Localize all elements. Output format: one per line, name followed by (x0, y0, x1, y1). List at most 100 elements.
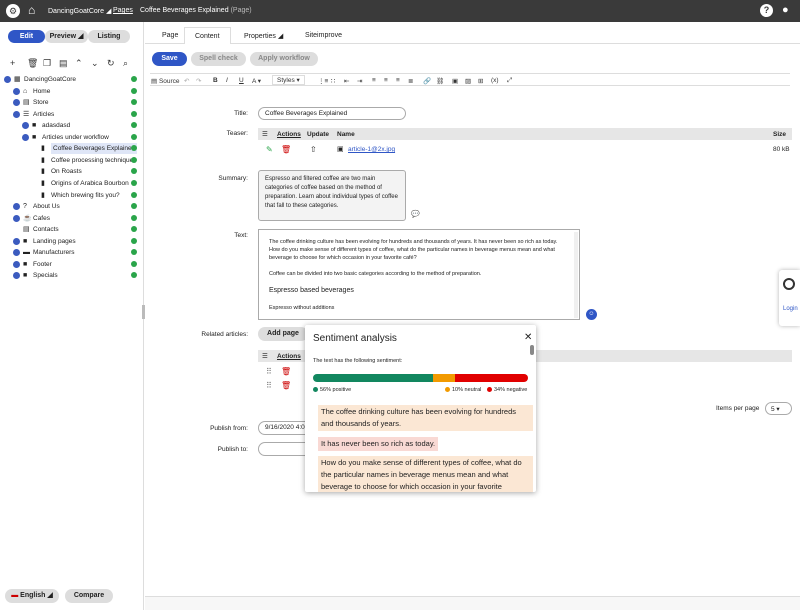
link-icon[interactable]: 🔗 (423, 77, 431, 85)
col-actions[interactable]: Actions (277, 353, 301, 360)
spell-check-button[interactable]: Spell check (191, 52, 246, 66)
mode-edit-button[interactable]: Edit (8, 30, 45, 43)
apply-workflow-button[interactable]: Apply workflow (250, 52, 318, 66)
text-color-icon[interactable]: A ▾ (252, 77, 261, 85)
dialog-scrollbar[interactable] (530, 345, 534, 355)
save-button[interactable]: Save (152, 52, 187, 66)
app-logo-icon[interactable]: ⚙ (6, 4, 20, 18)
undo-icon[interactable]: ↶ (184, 77, 189, 85)
breadcrumb-pages-link[interactable]: Pages (113, 7, 133, 14)
add-page-button[interactable]: Add page (258, 327, 308, 341)
tree-item[interactable]: ⌂ Home (0, 86, 144, 97)
add-icon[interactable]: + (10, 58, 15, 68)
language-selector[interactable]: ▬ English ◢ (5, 589, 59, 603)
tree-item[interactable]: ▮ Coffee processing techniques (0, 155, 144, 166)
tab-page[interactable]: Page (162, 32, 178, 39)
user-icon[interactable]: ● (782, 4, 789, 16)
bold-icon[interactable]: B (213, 77, 218, 84)
grid-menu-icon[interactable]: ☰ (262, 352, 268, 360)
italic-icon[interactable]: I (226, 77, 228, 84)
tree-item[interactable]: ■ Articles under workflow (0, 132, 144, 143)
delete-icon[interactable]: 🗑 (27, 58, 38, 69)
col-actions[interactable]: Actions (277, 131, 301, 138)
expand-toggle-icon[interactable] (13, 87, 20, 95)
copy-icon[interactable]: ❐ (43, 58, 51, 69)
home-icon[interactable]: ⌂ (28, 3, 35, 17)
move-icon[interactable]: ▤ (59, 58, 68, 69)
delete-icon[interactable]: 🗑 (281, 381, 291, 390)
tree-item[interactable]: ▮ Origins of Arabica Bourbon (0, 178, 144, 189)
tree-item[interactable]: ■ Landing pages (0, 236, 144, 247)
delete-icon[interactable]: 🗑 (281, 145, 291, 154)
maximize-icon[interactable]: ⤢ (507, 77, 512, 85)
outdent-icon[interactable]: ⇤ (344, 77, 349, 85)
align-center-icon[interactable]: ≡ (384, 77, 388, 84)
expand-toggle-icon[interactable] (22, 122, 29, 130)
site-selector[interactable]: DancingGoatCore ◢ (48, 7, 111, 15)
tree-item[interactable]: ☰ Articles (0, 109, 144, 120)
expand-toggle-icon[interactable] (22, 133, 29, 141)
tab-content[interactable]: Content (184, 27, 231, 44)
tree-item[interactable]: ▮ Which brewing fits you? (0, 190, 144, 201)
image-icon[interactable]: ▨ (465, 77, 471, 85)
tree-item[interactable]: ■ Footer (0, 259, 144, 270)
underline-icon[interactable]: U (239, 77, 244, 84)
items-per-page-select[interactable]: 5 ▾ (765, 402, 792, 415)
sentiment-icon[interactable]: ☺ (586, 309, 597, 320)
title-input[interactable]: Coffee Beverages Explained (258, 107, 406, 120)
delete-icon[interactable]: 🗑 (281, 367, 291, 376)
siteimprove-login-link[interactable]: Login (783, 306, 798, 312)
tree-item[interactable]: ■ adasdasd (0, 120, 144, 131)
tree-item[interactable]: ▬ Manufacturers (0, 247, 144, 258)
grid-menu-icon[interactable]: ☰ (262, 130, 268, 138)
styles-dropdown[interactable]: Styles ▾ (272, 75, 305, 85)
edit-icon[interactable]: ✎ (266, 145, 273, 154)
summary-textarea[interactable]: Espresso and filtered coffee are two mai… (258, 170, 406, 221)
tab-properties[interactable]: Properties ◢ (244, 32, 283, 40)
justify-icon[interactable]: ≣ (408, 77, 413, 85)
mode-preview-button[interactable]: Preview ◢ (45, 30, 88, 43)
comment-icon[interactable]: 💬 (411, 210, 420, 218)
move-up-icon[interactable]: ⌃ (75, 58, 83, 69)
indent-icon[interactable]: ⇥ (357, 77, 362, 85)
tree-item[interactable]: ▤ Contacts (0, 224, 144, 235)
teaser-file-link[interactable]: article-1@2x.jpg (348, 146, 395, 153)
tree-item[interactable]: ▮ Coffee Beverages Explained (0, 143, 144, 155)
move-down-icon[interactable]: ⌄ (91, 58, 99, 69)
drag-handle-icon[interactable]: ⠿ (266, 367, 272, 376)
compare-button[interactable]: Compare (65, 589, 113, 603)
tree-item[interactable]: ▤ Store (0, 97, 144, 108)
align-left-icon[interactable]: ≡ (372, 77, 376, 84)
mode-listing-button[interactable]: Listing (88, 30, 130, 43)
expand-toggle-icon[interactable] (13, 249, 20, 257)
media-icon[interactable]: ▣ (452, 77, 458, 85)
table-icon[interactable]: ⊞ (478, 77, 483, 85)
expand-toggle-icon[interactable] (13, 203, 20, 211)
drag-handle-icon[interactable]: ⠿ (266, 381, 272, 390)
text-editor[interactable]: The coffee drinking culture has been evo… (258, 229, 580, 320)
numbered-list-icon[interactable]: ⋮≡ (318, 77, 328, 85)
unlink-icon[interactable]: ⛓ (436, 77, 444, 85)
expand-toggle-icon[interactable] (13, 260, 20, 268)
source-button[interactable]: ▤ Source (151, 77, 180, 85)
macro-icon[interactable]: (x) (491, 77, 499, 84)
tree-item[interactable]: ? About Us (0, 201, 144, 212)
expand-toggle-icon[interactable] (4, 76, 11, 83)
search-icon[interactable]: ⌕ (123, 58, 128, 69)
close-icon[interactable]: ✕ (524, 332, 532, 343)
tree-item[interactable]: ☕ Cafes (0, 213, 144, 224)
help-icon[interactable]: ? (760, 4, 773, 17)
upload-icon[interactable]: ⇧ (310, 145, 317, 154)
refresh-icon[interactable]: ↻ (107, 58, 115, 69)
redo-icon[interactable]: ↷ (196, 77, 201, 85)
siteimprove-widget[interactable]: Login (779, 270, 800, 326)
expand-toggle-icon[interactable] (13, 99, 20, 107)
expand-toggle-icon[interactable] (13, 214, 20, 222)
expand-toggle-icon[interactable] (13, 272, 20, 280)
text-scrollbar[interactable] (574, 232, 578, 318)
bullet-list-icon[interactable]: ∷ (331, 77, 335, 85)
panel-splitter[interactable] (142, 305, 145, 319)
align-right-icon[interactable]: ≡ (396, 77, 400, 84)
expand-toggle-icon[interactable] (13, 110, 20, 118)
tree-item[interactable]: ■ Specials (0, 270, 144, 281)
